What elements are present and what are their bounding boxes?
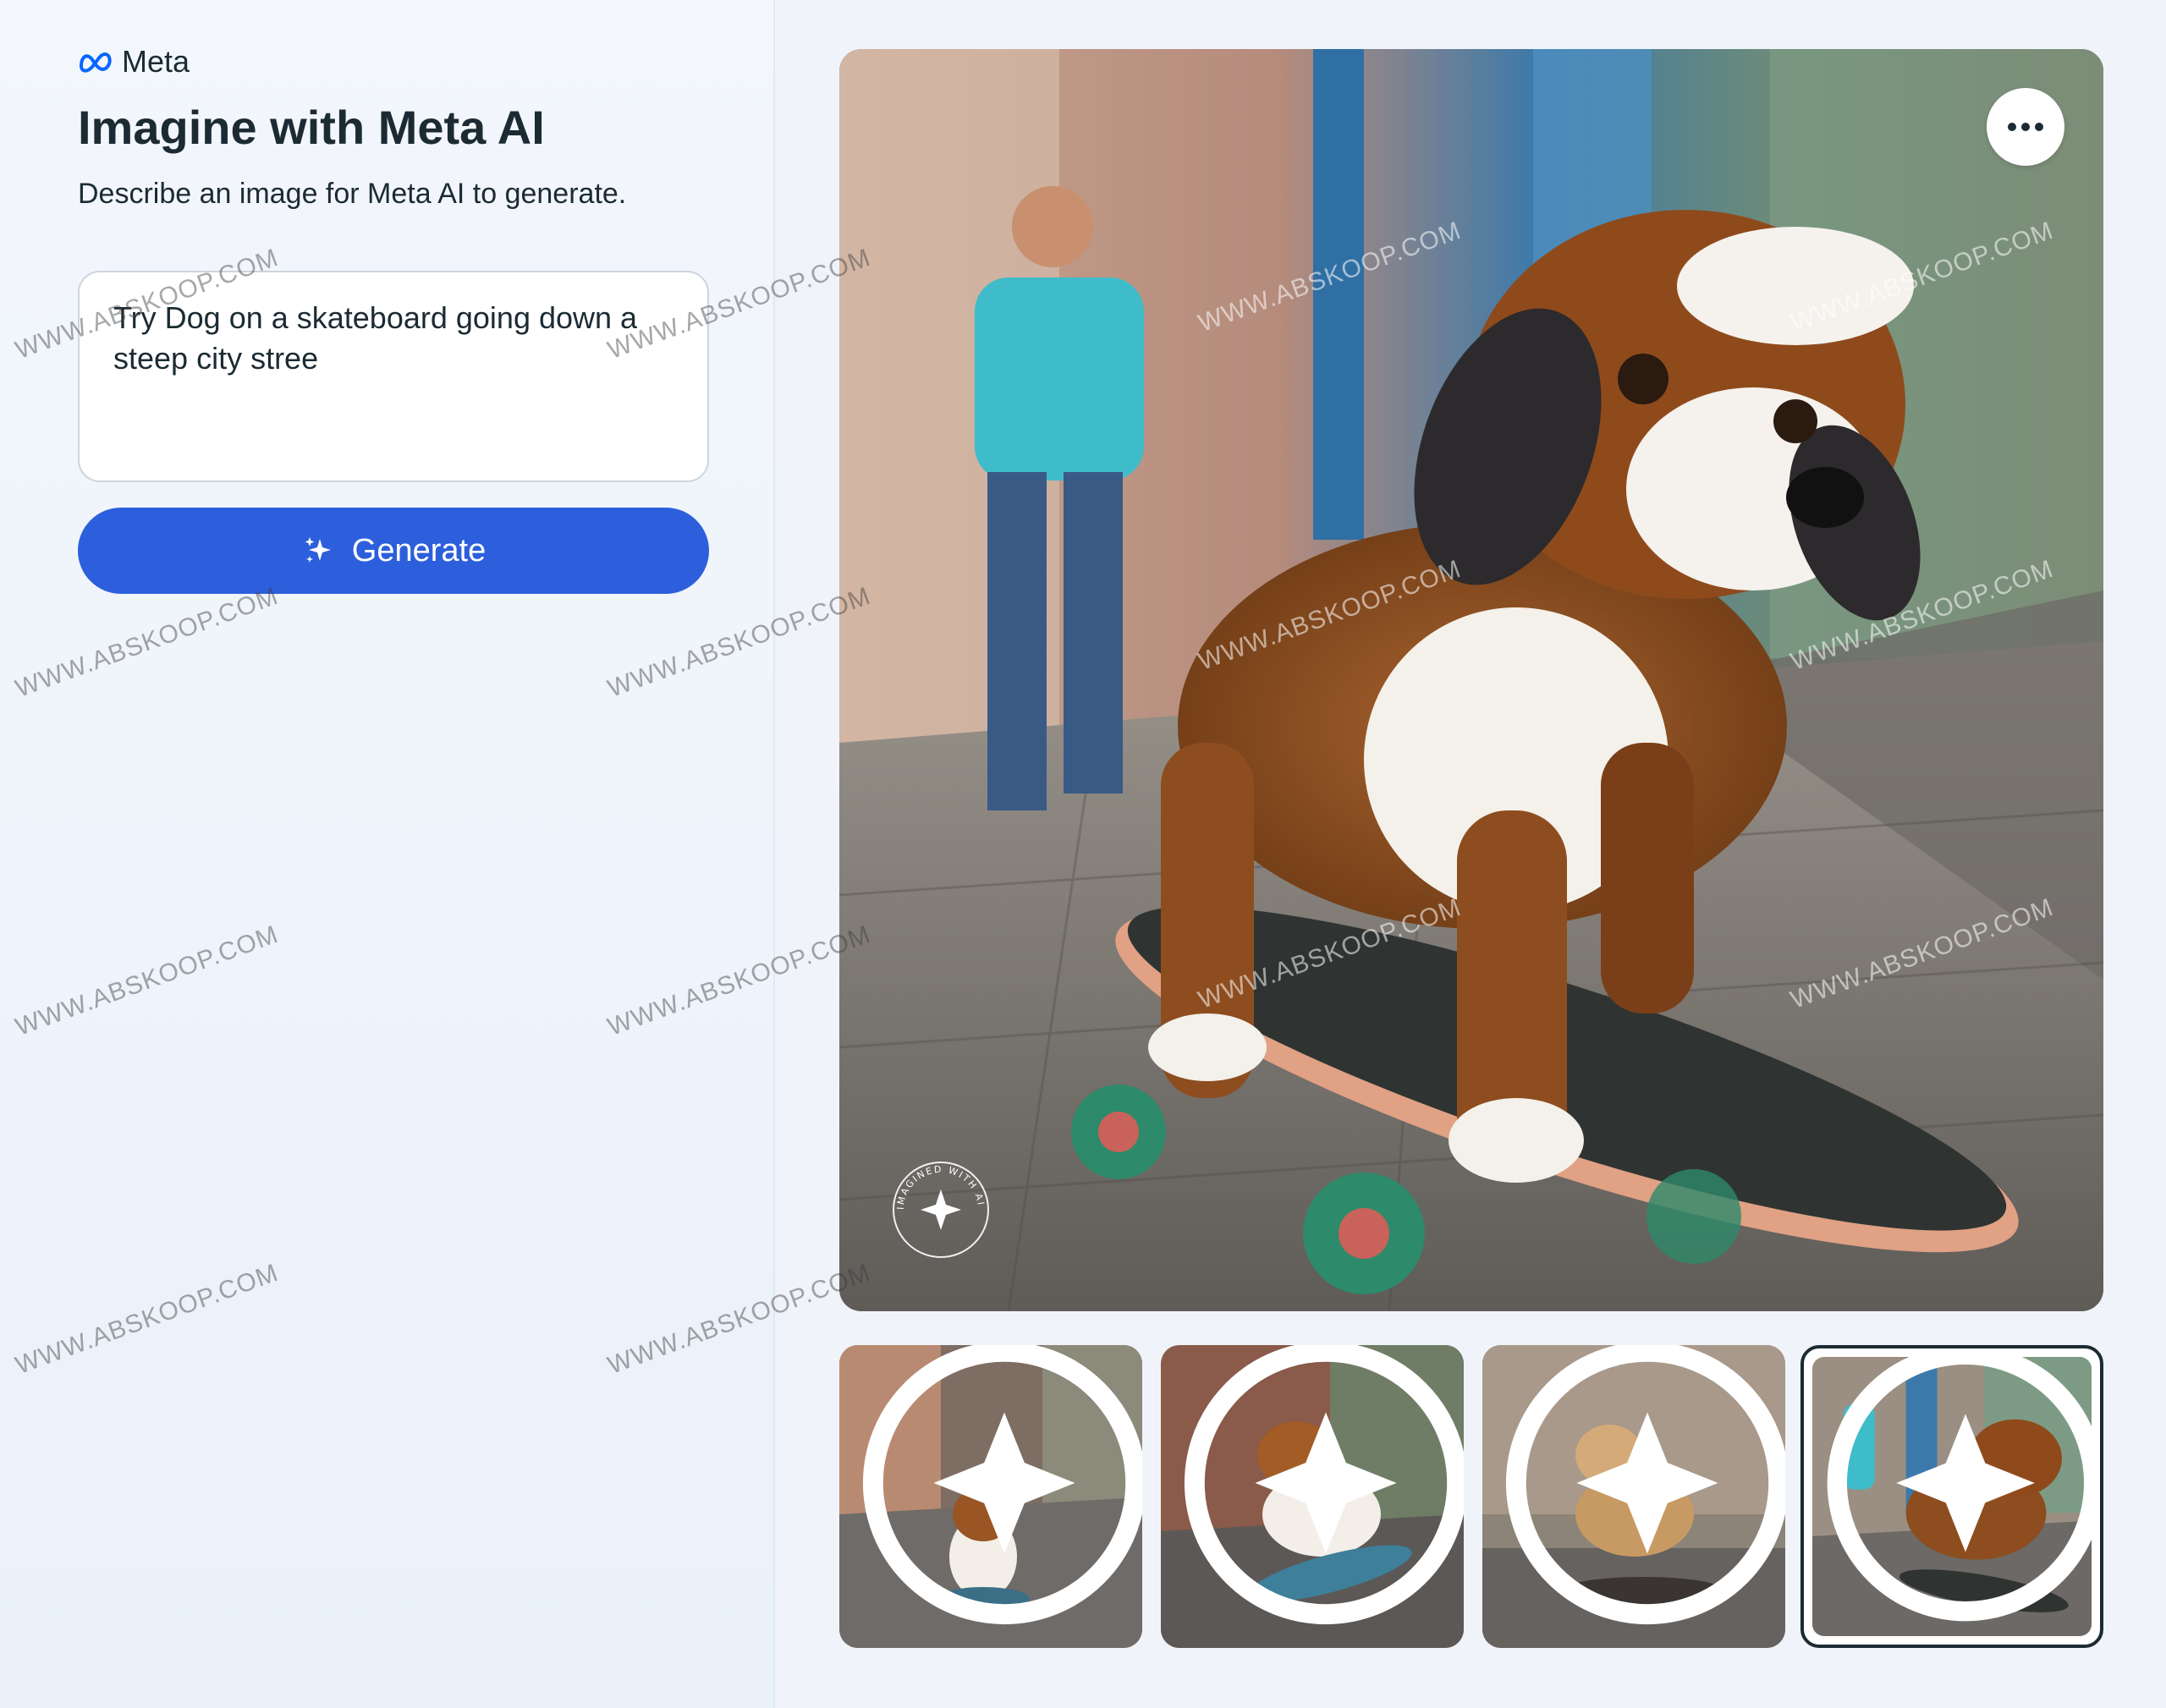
ai-badge-icon <box>1827 1348 2100 1622</box>
thumbnail-1[interactable] <box>839 1345 1142 1648</box>
thumbnail-3[interactable] <box>1482 1345 1785 1648</box>
generate-button[interactable]: Generate <box>78 508 709 594</box>
thumbnail-strip <box>839 1345 2103 1650</box>
imagined-with-ai-badge-icon: IMAGINED WITH AI <box>893 1162 989 1258</box>
meta-logo-icon <box>79 52 112 73</box>
page-title: Imagine with Meta AI <box>78 101 545 154</box>
more-options-icon <box>2008 123 2016 131</box>
thumbnail-4[interactable] <box>1800 1345 2103 1648</box>
sparkle-icon <box>305 537 331 563</box>
ai-badge-icon <box>1184 1345 1464 1625</box>
page-subtitle: Describe an image for Meta AI to generat… <box>78 178 627 210</box>
thumbnail-2[interactable] <box>1161 1345 1464 1648</box>
dog-skateboard-image <box>839 49 2103 1311</box>
left-panel: Meta Imagine with Meta AI Describe an im… <box>0 0 775 1708</box>
generate-button-label: Generate <box>351 532 487 568</box>
more-options-dot <box>2035 123 2043 131</box>
more-options-button[interactable] <box>1987 88 2064 166</box>
main-generated-image[interactable]: IMAGINED WITH AI WWW.ABSKOOP.COM WWW.ABS… <box>839 49 2103 1311</box>
more-options-dot <box>2021 123 2030 131</box>
ai-badge-icon <box>1505 1345 1785 1625</box>
brand-name: Meta <box>122 44 190 79</box>
brand[interactable]: Meta <box>78 44 190 80</box>
imagine-page: Meta Imagine with Meta AI Describe an im… <box>0 0 2166 1708</box>
ai-badge-icon <box>862 1345 1142 1625</box>
prompt-input[interactable]: Try Dog on a skateboard going down a ste… <box>78 271 709 482</box>
